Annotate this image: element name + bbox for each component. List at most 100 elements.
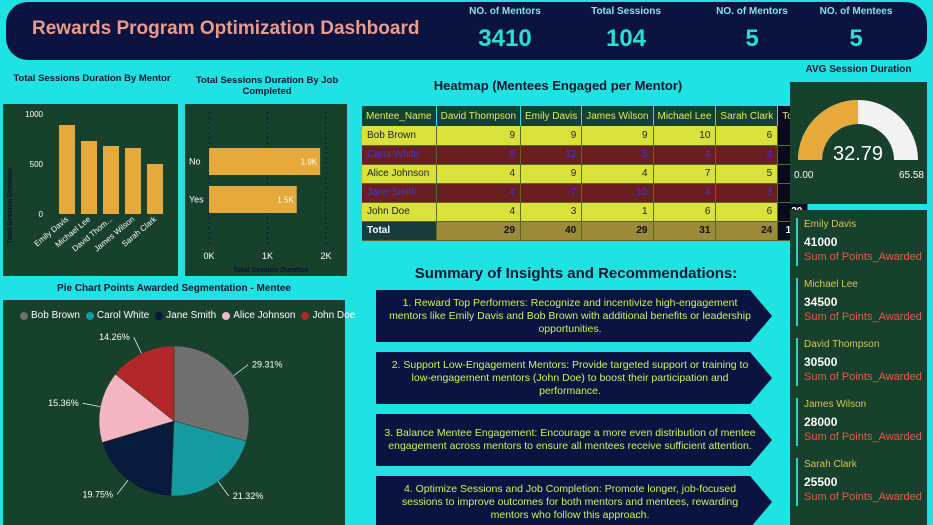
heatmap-row: Alice Johnson4947529 [362, 164, 809, 184]
insight-card: 4. Optimize Sessions and Job Completion:… [376, 476, 772, 525]
card-metric-label: Sum of Points_Awarded [804, 251, 922, 263]
y-tick-label: No [189, 157, 201, 167]
dashboard-title: Rewards Program Optimization Dashboard [32, 18, 420, 39]
legend-marker [85, 311, 94, 320]
legend-marker [301, 311, 310, 320]
legend-item[interactable]: Alice Johnson [222, 310, 295, 321]
legend-marker [155, 311, 164, 320]
kpi-mentees: NO. of Mentees 5 [801, 6, 911, 53]
leader-line [217, 481, 230, 497]
points-card: David Thompson 30500 Sum of Points_Awarded [790, 334, 927, 390]
heatmap-cell: 4 [715, 145, 779, 165]
mentor-duration-chart-panel: Total Session Duration 1000 500 0 Emily Dav… [3, 104, 178, 276]
heatmap-cell: 31 [653, 221, 717, 241]
mentor-duration-chart-title: Total Sessions Duration By Mentor [13, 73, 171, 84]
heatmap-column-header[interactable]: Mentee_Name [362, 106, 437, 126]
pie-chart-title: Pie Chart Points Awarded Segmentation - … [57, 283, 291, 294]
heatmap-cell: 4 [653, 145, 717, 165]
heatmap-column-header[interactable]: David Thompson [436, 106, 522, 126]
heatmap-column-header[interactable]: Emily Davis [520, 106, 583, 126]
leader-line [133, 337, 142, 354]
legend-item[interactable]: Bob Brown [20, 310, 80, 321]
avg-session-gauge: 32.79 0.00 65.58 [794, 100, 924, 181]
heatmap-row: Carol White81254433 [362, 145, 809, 165]
y-tick-label: 0 [39, 210, 44, 219]
job-duration-chart-panel: Total Session Duration 0K 1K 2K No 1.9K Yes 1.… [185, 104, 347, 276]
legend-label: Carol White [96, 310, 150, 321]
card-accent [796, 398, 798, 446]
gauge-min-label: 0.00 [794, 170, 814, 181]
legend-item[interactable]: Carol White [85, 310, 150, 321]
card-accent [796, 218, 798, 266]
card-accent [796, 338, 798, 386]
heatmap-cell: 5 [581, 145, 654, 165]
insight-card: 1. Reward Top Performers: Recognize and … [376, 290, 772, 342]
gauge-title: AVG Session Duration [805, 64, 912, 75]
kpi-mentors-a: NO. of Mentors 3410 [450, 6, 560, 53]
heatmap-column-header[interactable]: Sarah Clark [715, 106, 779, 126]
heatmap-cell: 4 [436, 183, 522, 203]
legend-item[interactable]: Jane Smith [155, 310, 216, 321]
heatmap-row: John Doe4316620 [362, 202, 809, 222]
insight-card: 3. Balance Mentee Engagement: Encourage … [376, 414, 772, 466]
card-metric-label: Sum of Points_Awarded [804, 371, 922, 383]
heatmap-cell: 3 [520, 202, 583, 222]
heatmap-table: Mentee_Name David Thompson Emily Davis Jame… [362, 106, 809, 241]
heatmap-cell: 9 [436, 126, 522, 146]
heatmap-cell: 3 [715, 183, 779, 203]
card-mentor-name: Emily Davis [804, 219, 857, 230]
legend-item[interactable]: John Doe [301, 310, 355, 321]
kpi-label: NO. of Mentors [716, 6, 788, 17]
data-label: 1.9K [301, 158, 318, 167]
bar [59, 125, 75, 214]
insights-title: Summary of Insights and Recommendations: [414, 265, 738, 282]
points-cards-panel: Emily Davis 41000 Sum of Points_Awarded Mic… [790, 210, 927, 525]
x-tick-label: 0K [203, 251, 214, 261]
kpi-value: 5 [849, 25, 863, 52]
heatmap-cell: 9 [581, 126, 654, 146]
pie-chart: 29.31% 21.32% 19.75% 15.36% 14.26% [48, 332, 283, 501]
slice-label: 14.26% [99, 332, 130, 342]
card-mentor-name: James Wilson [804, 399, 867, 410]
heatmap-column-header[interactable]: Michael Lee [653, 106, 717, 126]
heatmap-row: Bob Brown99910643 [362, 126, 809, 146]
kpi-value: 5 [745, 25, 759, 52]
card-accent [796, 458, 798, 506]
heatmap-cell: 29 [581, 221, 654, 241]
legend-label: Bob Brown [31, 310, 80, 321]
points-card: James Wilson 28000 Sum of Points_Awarded [790, 394, 927, 450]
kpi-label: Total Sessions [591, 6, 661, 17]
heatmap-cell: 4 [581, 164, 654, 184]
heatmap-cell: 12 [520, 145, 583, 165]
legend-marker [222, 311, 231, 320]
heatmap-cell: 6 [715, 126, 779, 146]
card-value: 41000 [804, 235, 838, 249]
heatmap-cell: 6 [653, 202, 717, 222]
heatmap-cell: 10 [653, 126, 717, 146]
card-metric-label: Sum of Points_Awarded [804, 431, 922, 443]
insight-card: 2. Support Low-Engagement Mentors: Provi… [376, 352, 772, 404]
gauge-panel: 32.79 0.00 65.58 [790, 82, 927, 204]
mentee-name-cell: Jane Smith [362, 183, 437, 203]
mentee-name-cell: Total [362, 221, 437, 241]
heatmap-cell: 4 [436, 202, 522, 222]
legend-label: Jane Smith [166, 310, 217, 321]
heatmap-row: Jane Smith47104328 [362, 183, 809, 203]
legend-marker [20, 311, 28, 320]
slice-label: 29.31% [252, 360, 283, 370]
insight-text: 2. Support Low-Engagement Mentors: Provi… [391, 358, 749, 397]
kpi-mentors-b: NO. of Mentors 5 [697, 6, 807, 53]
heatmap-header-row: Mentee_Name David Thompson Emily Davis Jame… [362, 106, 809, 126]
heatmap-cell: 9 [520, 126, 583, 146]
points-card: Emily Davis 41000 Sum of Points_Awarded [790, 214, 927, 270]
mentee-name-cell: Alice Johnson [362, 164, 437, 184]
heatmap-cell: 7 [520, 183, 583, 203]
slice-label: 19.75% [82, 489, 113, 499]
heatmap-cell: 7 [653, 164, 717, 184]
heatmap-row: Total2940293124153 [362, 221, 809, 241]
y-tick-label: 500 [30, 160, 44, 169]
heatmap-cell: 29 [436, 221, 522, 241]
pie-legend: Bob Brown Carol White Jane Smith Alice John… [20, 310, 355, 321]
card-mentor-name: Michael Lee [804, 279, 858, 290]
heatmap-column-header[interactable]: James Wilson [581, 106, 654, 126]
